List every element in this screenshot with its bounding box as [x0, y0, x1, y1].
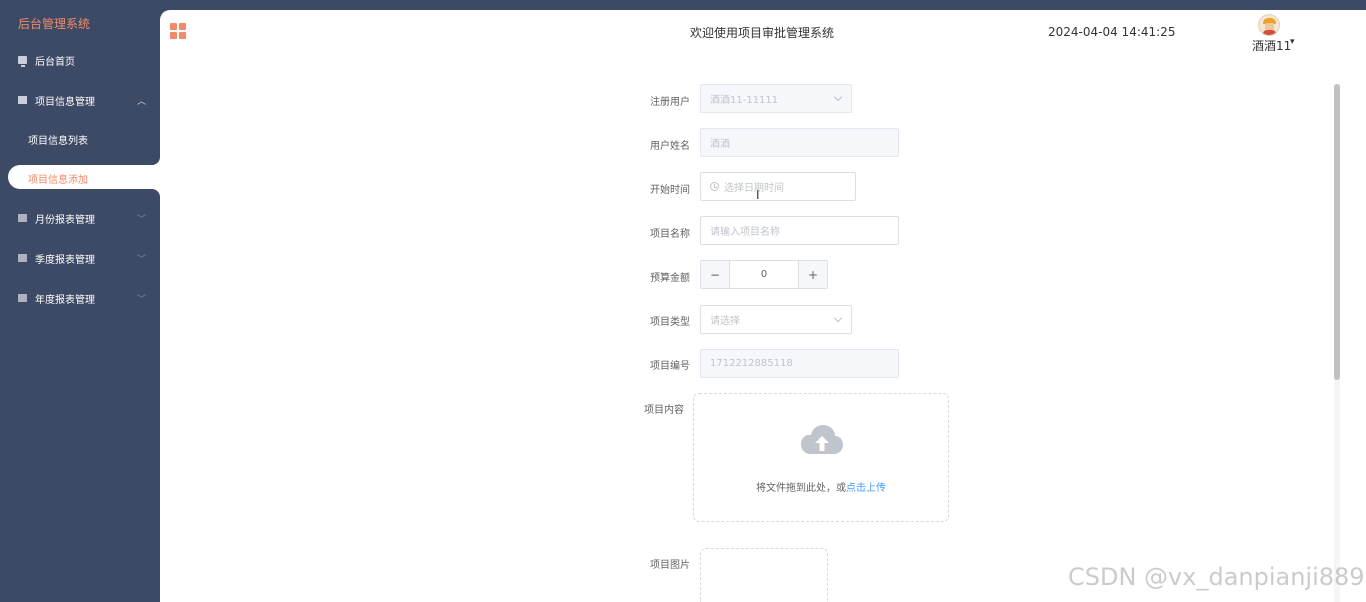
chevron-down-icon	[833, 313, 843, 323]
increment-button[interactable]: +	[798, 261, 827, 288]
sidebar: 后台管理系统 后台首页 项目信息管理 ︿ 项目信息列表 项目信息添加 月份报表管…	[0, 0, 160, 602]
click-upload-link[interactable]: 点击上传	[846, 483, 886, 494]
register-user-label: 注册用户	[650, 97, 690, 108]
chevron-down-icon	[833, 92, 843, 102]
register-user-select: 酒酒11-11111	[700, 84, 852, 113]
project-image-label: 项目图片	[650, 560, 690, 571]
menu-toggle-icon[interactable]	[170, 23, 186, 39]
chevron-down-icon: ﹀	[136, 295, 146, 305]
user-menu[interactable]: 酒酒11	[1252, 37, 1291, 54]
chart-icon	[18, 294, 27, 302]
project-content-label: 项目内容	[644, 405, 684, 416]
sidebar-item-label: 项目信息管理	[35, 96, 95, 108]
project-number-field: 1712212885118	[700, 349, 899, 378]
sidebar-item-monthly-report[interactable]: 月份报表管理 ﹀	[0, 198, 160, 238]
chevron-down-icon: ﹀	[136, 215, 146, 225]
start-time-picker[interactable]: 选择日期时间	[700, 172, 856, 201]
scrollbar-thumb[interactable]	[1334, 84, 1340, 380]
caret-down-icon[interactable]: ▾	[1290, 37, 1295, 47]
chart-icon	[18, 96, 27, 104]
chevron-up-icon: ︿	[136, 97, 146, 107]
sidebar-item-project-info[interactable]: 项目信息管理 ︿	[0, 80, 160, 120]
main-panel: 欢迎使用项目审批管理系统 2024-04-04 14:41:25 酒酒11 ▾ …	[160, 10, 1366, 602]
content-upload-dropzone[interactable]: 将文件拖到此处，或点击上传	[693, 393, 949, 522]
upload-cloud-icon	[801, 425, 843, 454]
active-notch-bottom	[152, 189, 160, 197]
upload-hint: 将文件拖到此处，或点击上传	[756, 483, 886, 494]
budget-label: 预算金额	[650, 273, 690, 284]
sidebar-subitem-project-list[interactable]: 项目信息列表	[28, 132, 88, 147]
image-upload-card[interactable]	[700, 548, 828, 602]
budget-stepper[interactable]: − 0 +	[700, 260, 828, 289]
clock-icon	[710, 182, 719, 191]
header-title: 欢迎使用项目审批管理系统	[690, 26, 835, 40]
user-name-label: 用户姓名	[650, 141, 690, 152]
start-time-label: 开始时间	[650, 185, 690, 196]
monitor-icon	[18, 56, 27, 67]
sidebar-item-label: 月份报表管理	[35, 214, 95, 226]
avatar[interactable]	[1258, 14, 1280, 36]
sidebar-subitem-project-add[interactable]: 项目信息添加	[8, 165, 160, 189]
project-name-input[interactable]: 请输入项目名称	[700, 216, 899, 245]
chevron-down-icon: ﹀	[136, 255, 146, 265]
sidebar-item-home[interactable]: 后台首页	[0, 40, 160, 80]
sidebar-item-yearly-report[interactable]: 年度报表管理 ﹀	[0, 278, 160, 318]
text-cursor-icon: I	[756, 188, 760, 202]
sidebar-item-label: 季度报表管理	[35, 254, 95, 266]
project-type-label: 项目类型	[650, 317, 690, 328]
budget-value[interactable]: 0	[730, 261, 798, 288]
chart-icon	[18, 214, 27, 222]
project-type-select[interactable]: 请选择	[700, 305, 852, 334]
brand-title: 后台管理系统	[18, 17, 91, 31]
project-number-label: 项目编号	[650, 361, 690, 372]
watermark: CSDN @vx_danpianji889	[1068, 563, 1365, 591]
sidebar-item-label: 年度报表管理	[35, 294, 95, 306]
active-notch-top	[152, 157, 160, 165]
user-name-field: 酒酒	[700, 128, 899, 157]
project-name-label: 项目名称	[650, 229, 690, 240]
sidebar-item-quarterly-report[interactable]: 季度报表管理 ﹀	[0, 238, 160, 278]
sidebar-subitem-label: 项目信息添加	[28, 175, 88, 186]
header-datetime: 2024-04-04 14:41:25	[1048, 25, 1176, 39]
decrement-button[interactable]: −	[701, 261, 730, 288]
chart-icon	[18, 254, 27, 262]
sidebar-item-label: 后台首页	[35, 56, 75, 68]
